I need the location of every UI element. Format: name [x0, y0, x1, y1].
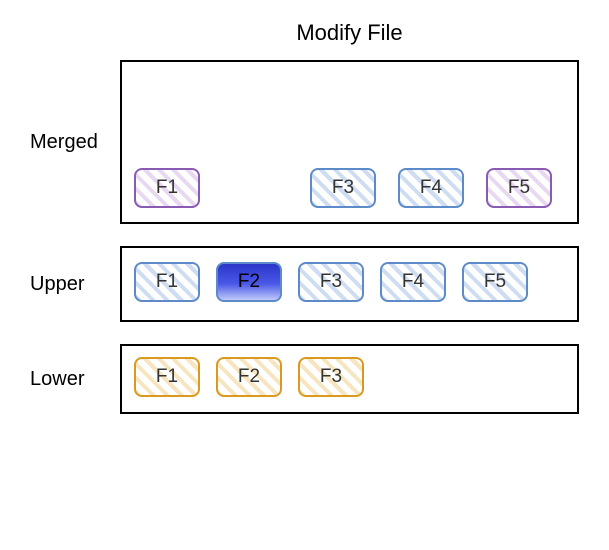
- file-slot: F3: [310, 168, 376, 208]
- diagram-title: Modify File: [120, 20, 579, 46]
- file-slot: F4: [398, 168, 464, 208]
- file-slot: F3: [298, 357, 364, 397]
- row-label-upper: Upper: [30, 273, 120, 296]
- row-merged: Merged F1 F3 F4 F5: [30, 60, 579, 224]
- file-slot: F4: [380, 262, 446, 302]
- panel-merged: F1 F3 F4 F5: [120, 60, 579, 224]
- file-slot: F2: [216, 357, 282, 397]
- row-upper: Upper F1 F2 F3 F4 F5: [30, 246, 579, 322]
- row-label-merged: Merged: [30, 131, 120, 154]
- file-slot: F5: [462, 262, 528, 302]
- row-lower: Lower F1 F2 F3: [30, 344, 579, 414]
- file-slot: F5: [486, 168, 552, 208]
- panel-upper: F1 F2 F3 F4 F5: [120, 246, 579, 322]
- file-slot: F1: [134, 357, 200, 397]
- file-slot-highlighted: F2: [216, 262, 282, 302]
- row-label-lower: Lower: [30, 368, 120, 391]
- file-slot: F1: [134, 168, 200, 208]
- panel-lower: F1 F2 F3: [120, 344, 579, 414]
- file-slot: F3: [298, 262, 364, 302]
- file-slot: F1: [134, 262, 200, 302]
